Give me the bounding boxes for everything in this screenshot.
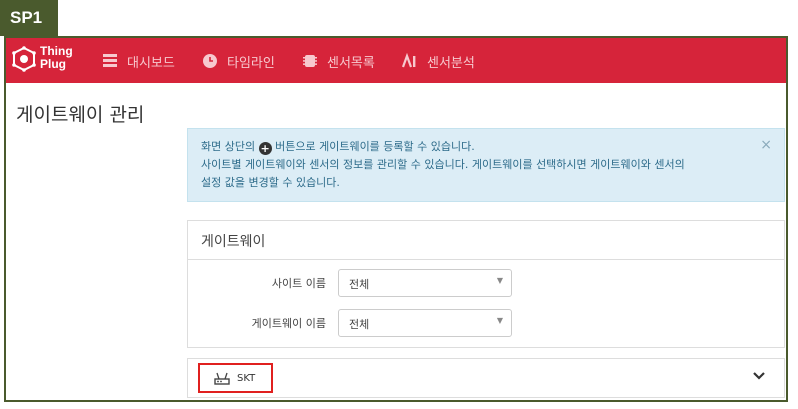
gateway-list-item[interactable]: SKT <box>187 358 785 398</box>
chip-icon <box>303 55 317 67</box>
annotation-label: SP1 <box>0 0 58 36</box>
nav-dashboard-label: 대시보드 <box>127 55 175 71</box>
site-name-select[interactable]: 전체 ▼ <box>338 269 512 297</box>
hexagon-logo-icon <box>12 46 36 72</box>
app-window: Thing Plug 대시보드 타임라인 센서목록 센서분석 게이트웨이 관리 … <box>4 36 788 402</box>
logo-text-line2: Plug <box>40 57 66 71</box>
dashboard-icon <box>103 54 117 67</box>
chevron-down-icon[interactable] <box>752 369 766 383</box>
info-alert: × 화면 상단의 + 버튼으로 게이트웨이를 등록할 수 있습니다. 사이트별 … <box>187 128 785 202</box>
select-caret-icon: ▼ <box>496 276 503 285</box>
logo-text: Thing Plug <box>40 45 73 71</box>
gateway-name-label: 게이트웨이 이름 <box>251 317 326 330</box>
select-caret-icon: ▼ <box>496 316 503 325</box>
nav-sensor-list-label: 센서목록 <box>327 55 375 71</box>
alert-line2: 사이트별 게이트웨이와 센서의 정보를 관리할 수 있습니다. 게이트웨이를 선… <box>201 158 685 171</box>
alert-close-button[interactable]: × <box>760 136 772 154</box>
clock-icon <box>203 54 217 68</box>
alert-line3: 설정 값을 변경할 수 있습니다. <box>201 176 340 189</box>
alert-line1-after: 버튼으로 게이트웨이를 등록할 수 있습니다. <box>275 140 475 153</box>
site-name-label: 사이트 이름 <box>271 277 326 290</box>
alert-line1: 화면 상단의 + 버튼으로 게이트웨이를 등록할 수 있습니다. <box>201 138 771 156</box>
nav-timeline[interactable]: 타임라인 <box>202 51 275 71</box>
nav-dashboard[interactable]: 대시보드 <box>102 51 175 71</box>
router-icon <box>214 372 230 385</box>
navbar: Thing Plug 대시보드 타임라인 센서목록 센서분석 <box>6 38 786 83</box>
gateway-item-highlight[interactable]: SKT <box>198 363 273 393</box>
panel-title: 게이트웨이 <box>188 221 784 260</box>
nav-timeline-label: 타임라인 <box>227 55 275 71</box>
thingplug-logo[interactable]: Thing Plug <box>12 44 73 76</box>
gateway-name-value: 전체 <box>349 318 370 331</box>
analysis-icon <box>402 53 416 68</box>
site-name-value: 전체 <box>349 278 370 291</box>
gateway-filter-row: 게이트웨이 이름 전체 ▼ <box>188 309 512 337</box>
plus-circle-icon: + <box>258 142 272 155</box>
nav-sensor-list[interactable]: 센서목록 <box>302 51 375 71</box>
alert-line1-before: 화면 상단의 <box>201 140 256 153</box>
gateway-filter-panel: 게이트웨이 사이트 이름 전체 ▼ 게이트웨이 이름 전체 ▼ <box>187 220 785 348</box>
nav-sensor-analysis[interactable]: 센서분석 <box>402 51 475 71</box>
nav-sensor-analysis-label: 센서분석 <box>427 55 475 71</box>
page-title: 게이트웨이 관리 <box>16 104 145 126</box>
gateway-item-name: SKT <box>237 372 256 384</box>
site-filter-row: 사이트 이름 전체 ▼ <box>188 269 512 297</box>
gateway-name-select[interactable]: 전체 ▼ <box>338 309 512 337</box>
